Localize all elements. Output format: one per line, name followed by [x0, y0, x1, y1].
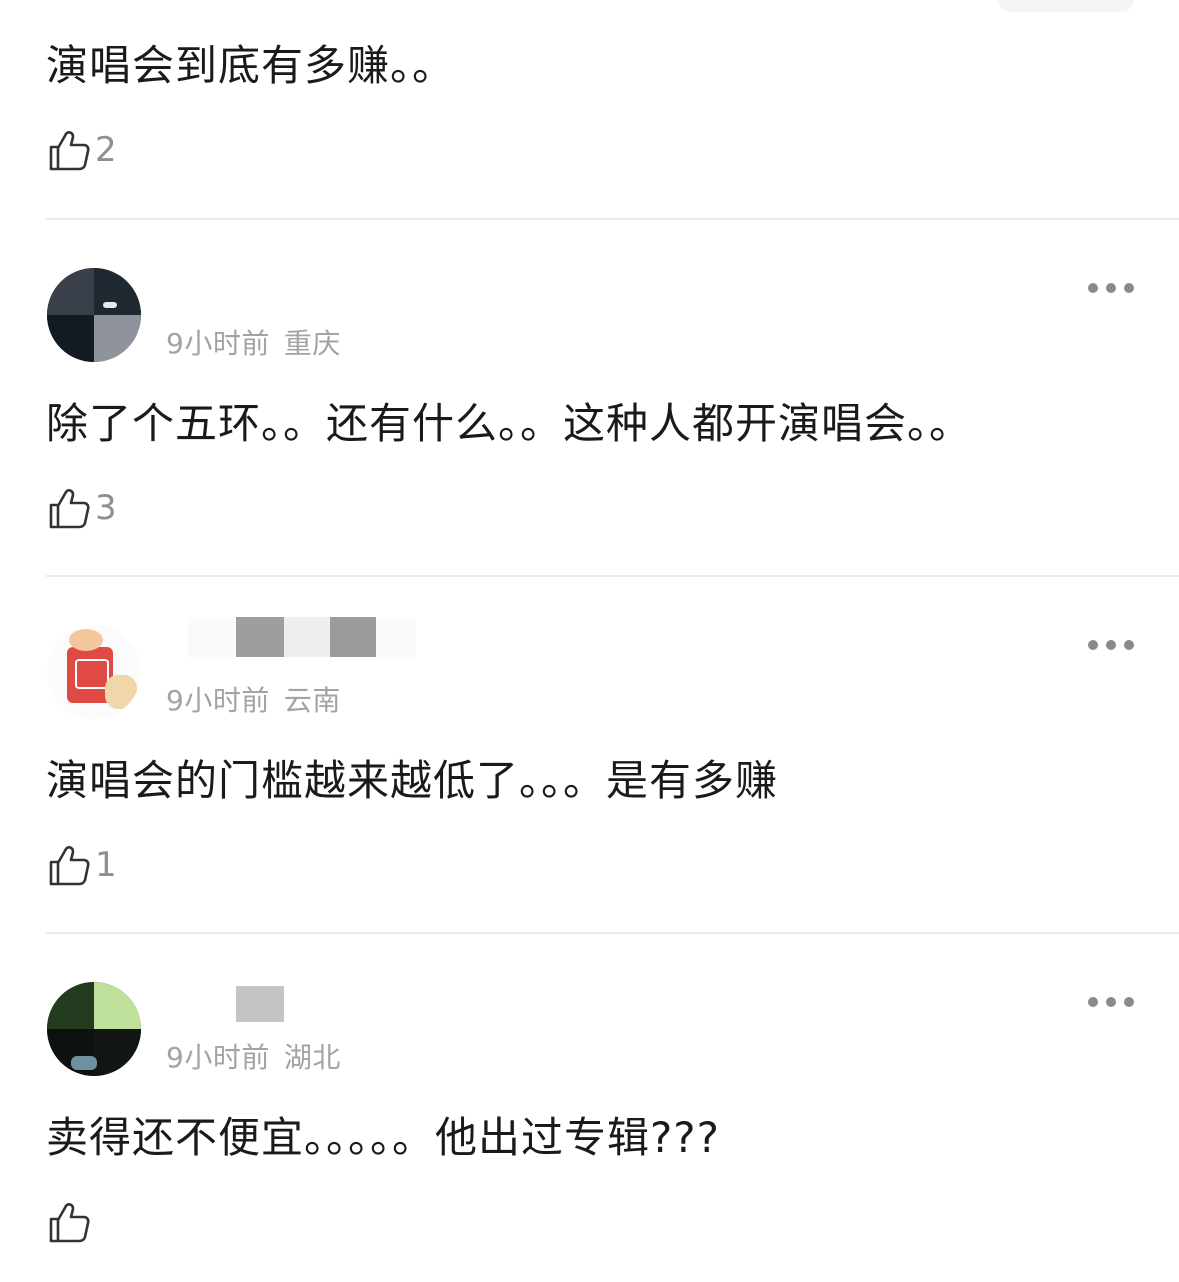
- comment-content: 演唱会到底有多赚。。: [46, 41, 456, 90]
- username-redacted[interactable]: [188, 617, 416, 657]
- comment-item: 9小时前 重庆 除了个五环。。还有什么。。这种人都开演唱会。。 3: [0, 220, 1179, 577]
- thumbs-up-icon: [47, 843, 91, 887]
- thumbs-up-icon: [47, 128, 91, 172]
- comment-item: 演唱会到底有多赚。。 2: [0, 0, 1179, 220]
- avatar[interactable]: [47, 268, 141, 362]
- comment-content: 卖得还不便宜。。。。。他出过专辑???: [46, 1113, 720, 1162]
- username-redacted[interactable]: [236, 986, 284, 1026]
- comment-time: 9小时前: [166, 684, 270, 717]
- comment-content: 除了个五环。。还有什么。。这种人都开演唱会。。: [46, 399, 973, 448]
- comment-meta: 9小时前 湖北: [166, 1036, 341, 1076]
- like-button[interactable]: 3: [47, 486, 117, 530]
- comment-location: 重庆: [283, 327, 341, 360]
- comment-time: 9小时前: [166, 327, 270, 360]
- more-horizontal-icon: [1088, 640, 1098, 650]
- comment-time: 9小时前: [166, 1041, 270, 1074]
- like-button[interactable]: 2: [47, 128, 117, 172]
- comment-location: 湖北: [283, 1041, 341, 1074]
- like-count: 3: [95, 488, 117, 528]
- comment-meta: 9小时前 云南: [166, 679, 341, 719]
- like-button[interactable]: [47, 1200, 95, 1244]
- like-button[interactable]: 1: [47, 843, 117, 887]
- like-count: 2: [95, 130, 117, 170]
- thumbs-up-icon: [47, 1200, 91, 1244]
- comment-content: 演唱会的门槛越来越低了。。。是有多赚: [46, 756, 779, 805]
- comment-location: 云南: [283, 684, 341, 717]
- avatar[interactable]: [47, 625, 141, 719]
- more-options-button[interactable]: [1088, 996, 1134, 1008]
- more-horizontal-icon: [1088, 997, 1098, 1007]
- more-horizontal-icon: [1088, 283, 1098, 293]
- comment-item: 9小时前 湖北 卖得还不便宜。。。。。他出过专辑???: [0, 934, 1179, 1282]
- more-options-button[interactable]: [1088, 639, 1134, 651]
- more-options-button[interactable]: [1088, 282, 1134, 294]
- avatar[interactable]: [47, 982, 141, 1076]
- like-count: 1: [95, 845, 117, 885]
- comment-item: 9小时前 云南 演唱会的门槛越来越低了。。。是有多赚 1: [0, 577, 1179, 934]
- comment-meta: 9小时前 重庆: [166, 322, 341, 362]
- thumbs-up-icon: [47, 486, 91, 530]
